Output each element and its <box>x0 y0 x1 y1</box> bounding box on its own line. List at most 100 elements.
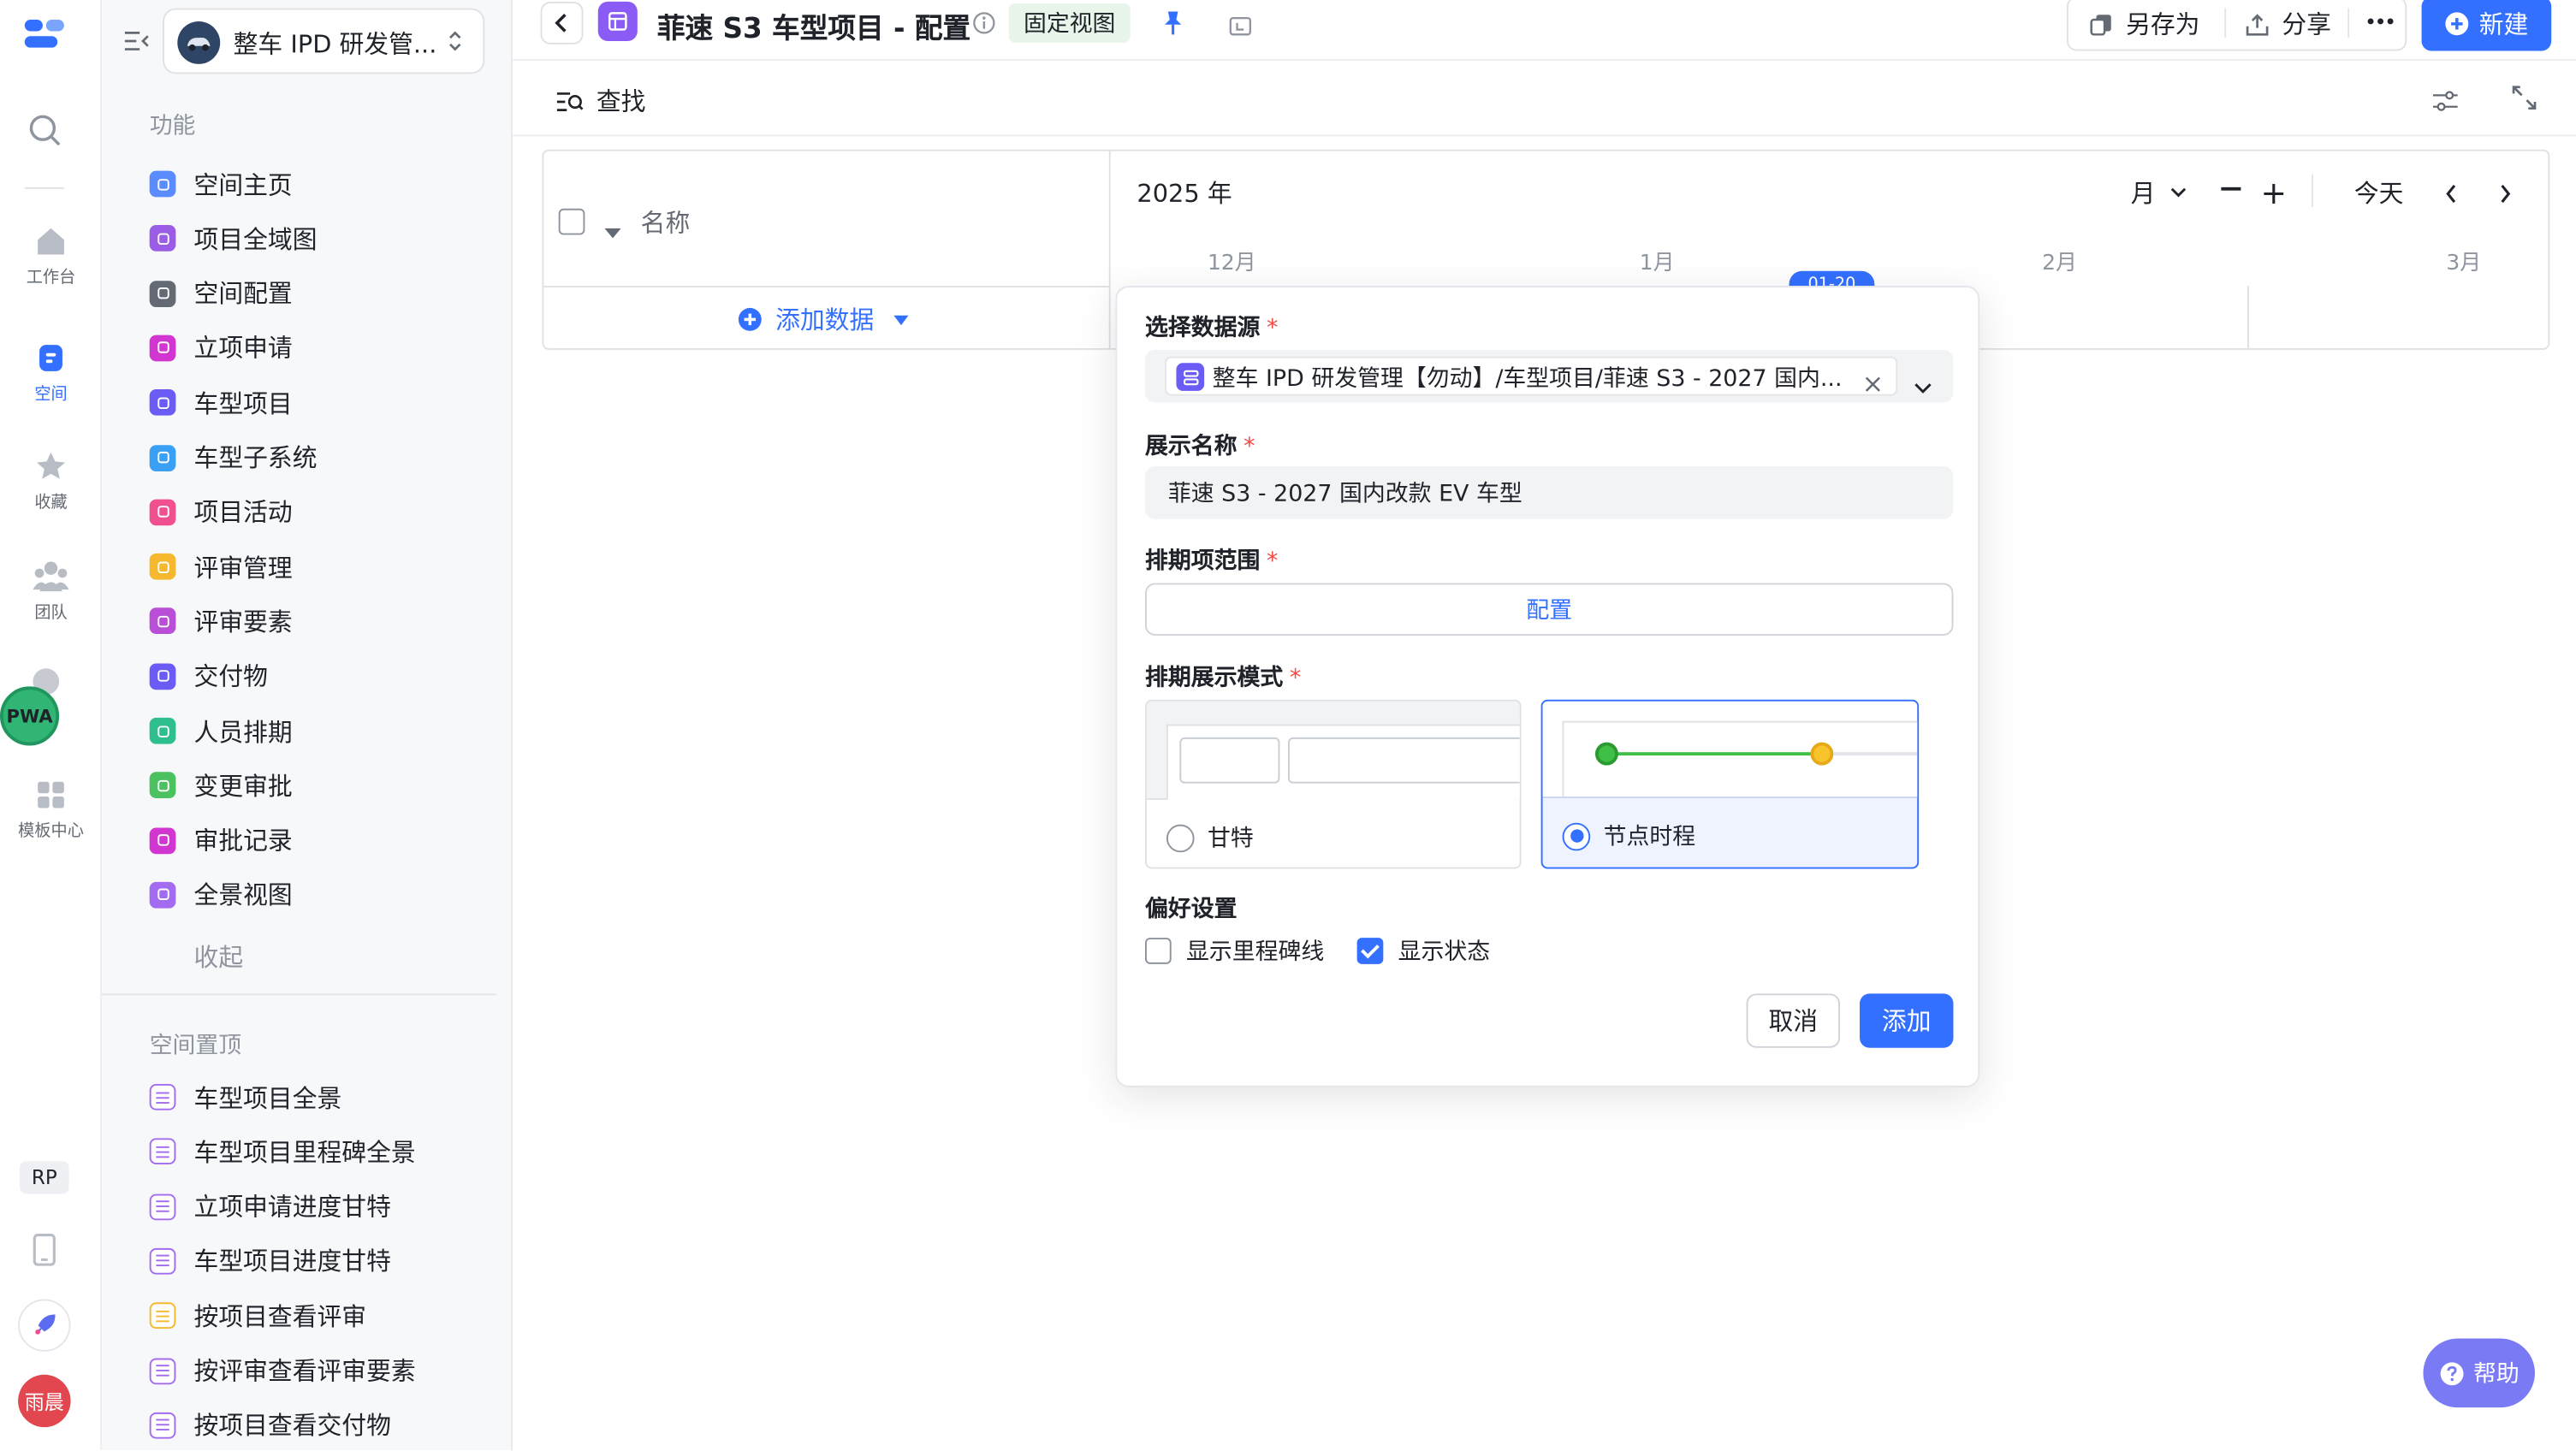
sidebar-item-feature[interactable]: 车型项目 <box>149 382 293 424</box>
prefs-label: 偏好设置 <box>1144 897 1238 923</box>
rail-item-templates[interactable]: 模板中心 <box>0 779 102 841</box>
workspace-name: 整车 IPD 研发管... <box>233 29 437 60</box>
collapse-link[interactable]: 收起 <box>194 939 244 974</box>
sidebar-item-pinned[interactable]: 按评审查看评审要素 <box>149 1349 416 1392</box>
mode-option-gantt[interactable]: 甘特 <box>1144 699 1522 869</box>
sidebar-item-feature[interactable]: 项目全域图 <box>149 217 318 260</box>
info-icon[interactable] <box>972 10 995 41</box>
chevron-right-icon <box>2501 184 2511 204</box>
sidebar-item-pinned[interactable]: 车型项目进度甘特 <box>149 1240 391 1282</box>
show-status-checkbox[interactable]: 显示状态 <box>1356 934 1490 967</box>
copy-icon <box>2090 14 2111 35</box>
sidebar-item-label: 全景视图 <box>193 880 293 911</box>
clear-source-icon[interactable] <box>1865 368 1881 399</box>
sidebar-item-label: 车型项目进度甘特 <box>193 1247 391 1277</box>
rail-item-space[interactable]: 空间 <box>0 341 102 404</box>
year-label: 2025 年 <box>1137 179 1232 209</box>
new-button[interactable]: 新建 <box>2421 0 2552 51</box>
section-features-label: 功能 <box>149 113 196 140</box>
filter-settings-icon[interactable] <box>2432 87 2458 118</box>
more-button[interactable] <box>2364 5 2396 38</box>
today-button[interactable]: 今天 <box>2354 175 2404 210</box>
rail-item-team[interactable]: 团队 <box>0 560 102 623</box>
avatar[interactable]: 雨晨 <box>18 1374 71 1428</box>
sidebar-item-label: 审批记录 <box>193 826 293 856</box>
rp-badge[interactable]: RP <box>20 1161 69 1194</box>
source-select[interactable]: 整车 IPD 研发管理【勿动】/车型项目/菲速 S3 - 2027 国内... <box>1144 349 1954 403</box>
left-rail: 工作台 空间 收藏 团队 PWA 模板中心 RP 雨晨 <box>0 0 103 1451</box>
sidebar-item-feature[interactable]: 车型子系统 <box>149 436 318 479</box>
chevron-down-icon <box>2170 187 2187 198</box>
add-button[interactable]: 添加 <box>1860 993 1954 1048</box>
timeline-radio[interactable]: 节点时程 <box>1562 820 1695 852</box>
sidebar-item-label: 变更审批 <box>193 771 293 802</box>
gantt-radio[interactable]: 甘特 <box>1166 821 1254 854</box>
help-button[interactable]: 帮助 <box>2423 1338 2536 1408</box>
sidebar-item-feature[interactable]: 空间配置 <box>149 272 293 315</box>
mobile-icon[interactable] <box>33 1234 56 1273</box>
timeline-preview <box>1542 701 1918 798</box>
sidebar-item-pinned[interactable]: 按项目查看评审 <box>149 1294 366 1337</box>
sidebar-item-label: 评审要素 <box>193 607 293 637</box>
sidebar-item-feature[interactable]: 交付物 <box>149 654 268 697</box>
add-data-button[interactable]: 添加数据 <box>738 302 909 336</box>
sidebar-item-feature[interactable]: 项目活动 <box>149 491 293 534</box>
plus-circle-icon <box>738 307 762 331</box>
scale-select[interactable]: 月 <box>2131 175 2187 210</box>
select-all-checkbox[interactable] <box>558 208 585 235</box>
sidebar-item-feature[interactable]: 变更审批 <box>149 764 293 807</box>
sidebar-item-pinned[interactable]: 立项申请进度甘特 <box>149 1185 391 1228</box>
add-data-popover: 选择数据源 * 整车 IPD 研发管理【勿动】/车型项目/菲速 S3 - 2027… <box>1115 286 1980 1087</box>
zoom-out-button[interactable] <box>2221 187 2241 190</box>
view-tag: 固定视图 <box>1008 3 1131 43</box>
collapse-sidebar-icon[interactable] <box>123 28 150 61</box>
sidebar-item-feature[interactable]: 全景视图 <box>149 874 293 916</box>
sidebar-divider <box>102 993 496 996</box>
save-as-button[interactable]: 另存为 <box>2090 7 2199 41</box>
list-view-icon <box>149 1138 176 1165</box>
feature-icon <box>149 717 176 744</box>
sidebar-item-feature[interactable]: 人员排期 <box>149 709 293 752</box>
feature-icon <box>149 389 176 417</box>
zoom-in-button[interactable] <box>2264 179 2284 204</box>
rail-item-workbench[interactable]: 工作台 <box>0 225 102 287</box>
fullscreen-icon[interactable] <box>2512 86 2537 116</box>
pwa-badge[interactable]: PWA <box>0 686 60 746</box>
sidebar-item-feature[interactable]: 评审管理 <box>149 546 293 589</box>
expand-triangle-icon[interactable] <box>604 215 621 246</box>
back-button[interactable] <box>540 1 584 44</box>
sidebar-item-pinned[interactable]: 按项目查看交付物 <box>149 1404 391 1447</box>
find-button[interactable]: 查找 <box>556 84 645 118</box>
month-gridline <box>2247 286 2249 348</box>
next-period-button[interactable] <box>2499 179 2512 210</box>
feature-icon <box>149 554 176 580</box>
share-button[interactable]: 分享 <box>2246 7 2331 41</box>
mode-option-timeline[interactable]: 节点时程 <box>1540 699 1920 869</box>
feature-icon <box>149 608 176 635</box>
workspace-switcher[interactable]: 整车 IPD 研发管... <box>163 8 485 74</box>
sidebar-item-feature[interactable]: 立项申请 <box>149 327 293 370</box>
embed-icon[interactable] <box>1229 11 1252 42</box>
rocket-icon[interactable] <box>18 1299 71 1352</box>
sidebar-item-label: 车型项目 <box>193 388 293 418</box>
sidebar-item-feature[interactable]: 空间主页 <box>149 163 293 205</box>
cancel-button[interactable]: 取消 <box>1746 993 1841 1048</box>
sidebar-item-pinned[interactable]: 车型项目里程碑全景 <box>149 1130 416 1173</box>
gantt-preview-cell <box>1179 737 1280 784</box>
rail-item-favorites[interactable]: 收藏 <box>0 450 102 512</box>
display-name-input[interactable]: 菲速 S3 - 2027 国内改款 EV 车型 <box>1144 466 1954 519</box>
view-toolbar: 查找 <box>512 61 2576 137</box>
sidebar-item-feature[interactable]: 评审要素 <box>149 600 293 643</box>
chevron-down-icon[interactable] <box>1914 370 1932 400</box>
app-logo[interactable] <box>23 16 69 52</box>
configure-range-button[interactable]: 配置 <box>1144 583 1954 636</box>
sidebar-item-pinned[interactable]: 车型项目全景 <box>149 1075 341 1118</box>
show-milestone-checkbox[interactable]: 显示里程碑线 <box>1144 934 1324 967</box>
source-type-icon <box>1176 363 1205 391</box>
sidebar-item-feature[interactable]: 审批记录 <box>149 819 293 862</box>
pin-icon[interactable] <box>1161 10 1184 43</box>
gantt-preview <box>1146 701 1520 800</box>
prev-period-button[interactable] <box>2444 179 2457 210</box>
search-icon[interactable] <box>28 113 61 152</box>
source-label: 选择数据源 * <box>1144 315 1279 342</box>
